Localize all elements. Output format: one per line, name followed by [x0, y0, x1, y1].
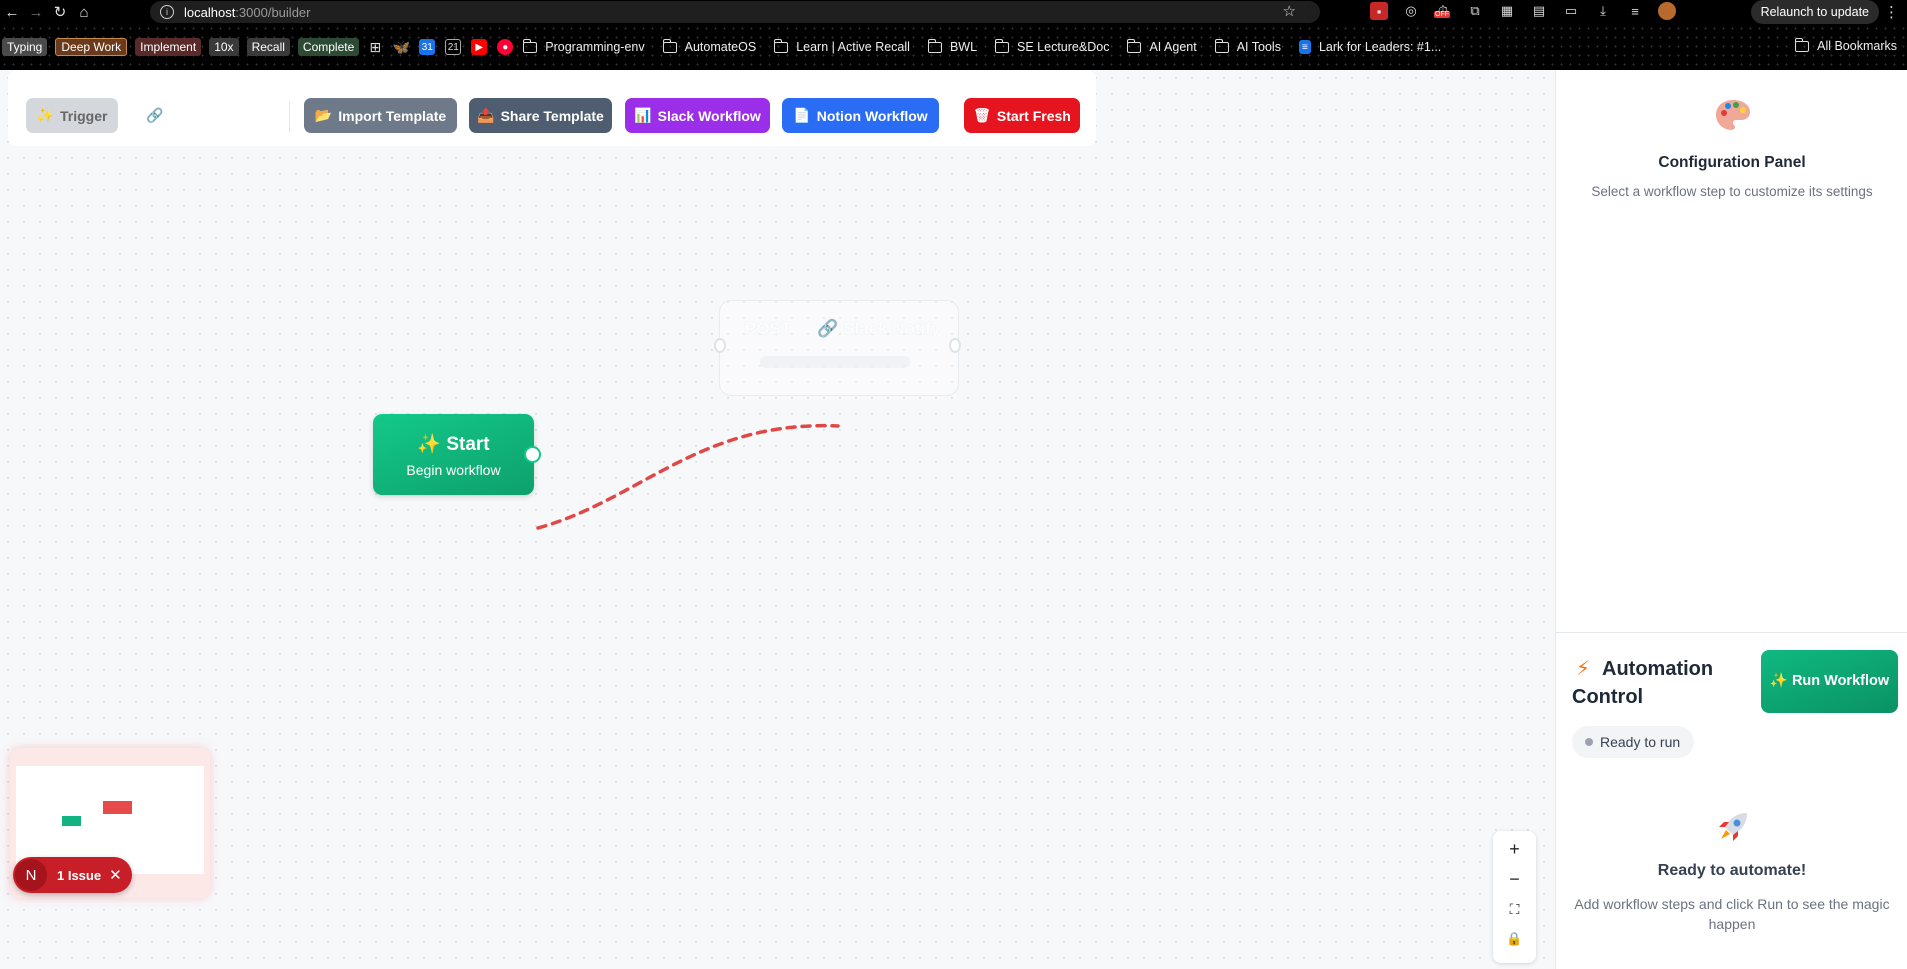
config-panel-title: Configuration Panel	[1658, 154, 1806, 171]
run-workflow-button[interactable]: ✨ Run Workflow	[1761, 650, 1898, 713]
panel-divider	[1556, 632, 1907, 633]
zoom-in-icon[interactable]: +	[1493, 834, 1536, 864]
fit-view-icon[interactable]: ⛶	[1493, 894, 1536, 924]
lock-icon[interactable]: 🔒	[1493, 924, 1536, 954]
palette-icon	[1716, 100, 1750, 130]
start-node-title-text: Start	[446, 433, 490, 455]
edge-path[interactable]	[536, 423, 840, 530]
ready-title: Ready to automate!	[1657, 862, 1807, 879]
status-dot-icon	[1585, 738, 1593, 746]
run-workflow-label: ✨ Run Workflow	[1769, 673, 1890, 689]
run-workflow-text: Run Workflow	[1791, 673, 1890, 689]
zoom-out-icon[interactable]: −	[1493, 864, 1536, 894]
status-badge: Ready to run	[1572, 726, 1695, 758]
lightning-icon: ⚡	[1576, 658, 1591, 680]
rocket-icon	[1719, 813, 1747, 841]
close-icon[interactable]: ✕	[109, 866, 122, 884]
minimap-node-ghost	[103, 801, 132, 814]
start-node-subtitle: Begin workflow	[406, 461, 501, 478]
start-node-title: ✨ Start	[417, 432, 489, 456]
minimap-node-start	[62, 816, 81, 826]
automation-control-title: Automation Control	[1572, 658, 1714, 708]
ready-subtitle: Add workflow steps and click Run to see …	[1574, 896, 1890, 932]
nextjs-logo-icon: N	[15, 859, 47, 891]
issue-badge[interactable]: N 1 Issue ✕	[13, 857, 132, 893]
config-panel-subtitle: Select a workflow step to customize its …	[1591, 184, 1873, 199]
configuration-panel: Configuration Panel Select a workflow st…	[1556, 70, 1907, 632]
right-panel: Configuration Panel Select a workflow st…	[1555, 70, 1907, 969]
status-text: Ready to run	[1600, 734, 1681, 750]
start-node-output-handle[interactable]	[524, 446, 541, 463]
start-node[interactable]: ✨ Start Begin workflow	[373, 414, 534, 495]
sparkle-icon: ✨	[417, 433, 442, 455]
issue-count: 1 Issue	[57, 867, 102, 883]
zoom-controls: + − ⛶ 🔒	[1493, 831, 1536, 963]
